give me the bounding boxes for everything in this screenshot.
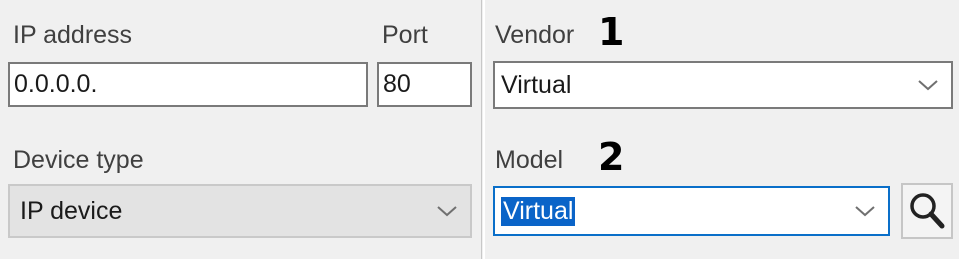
model-dropdown[interactable]: Virtual (493, 186, 890, 236)
vendor-dropdown[interactable]: Virtual (493, 61, 953, 109)
device-type-value: IP device (20, 196, 123, 225)
port-input[interactable] (377, 62, 472, 107)
ip-address-label: IP address (13, 21, 133, 49)
chevron-down-icon (855, 206, 875, 217)
device-type-label: Device type (13, 146, 144, 174)
vendor-model-panel: Vendor 1 Virtual Model 2 Virtual (485, 0, 959, 259)
model-value[interactable]: Virtual (501, 196, 576, 226)
connection-panel: IP address Port Device type IP device (0, 0, 482, 259)
callout-2: 2 (598, 135, 625, 179)
chevron-down-icon (437, 206, 457, 217)
model-label: Model (495, 146, 564, 174)
callout-1: 1 (598, 10, 625, 54)
model-search-button[interactable] (901, 183, 953, 239)
vendor-label: Vendor (495, 21, 575, 49)
chevron-down-icon (918, 80, 938, 91)
port-label: Port (382, 21, 428, 49)
search-icon (910, 193, 945, 229)
vendor-value: Virtual (501, 70, 572, 99)
ip-address-input[interactable] (8, 62, 368, 107)
device-type-dropdown[interactable]: IP device (8, 184, 472, 238)
